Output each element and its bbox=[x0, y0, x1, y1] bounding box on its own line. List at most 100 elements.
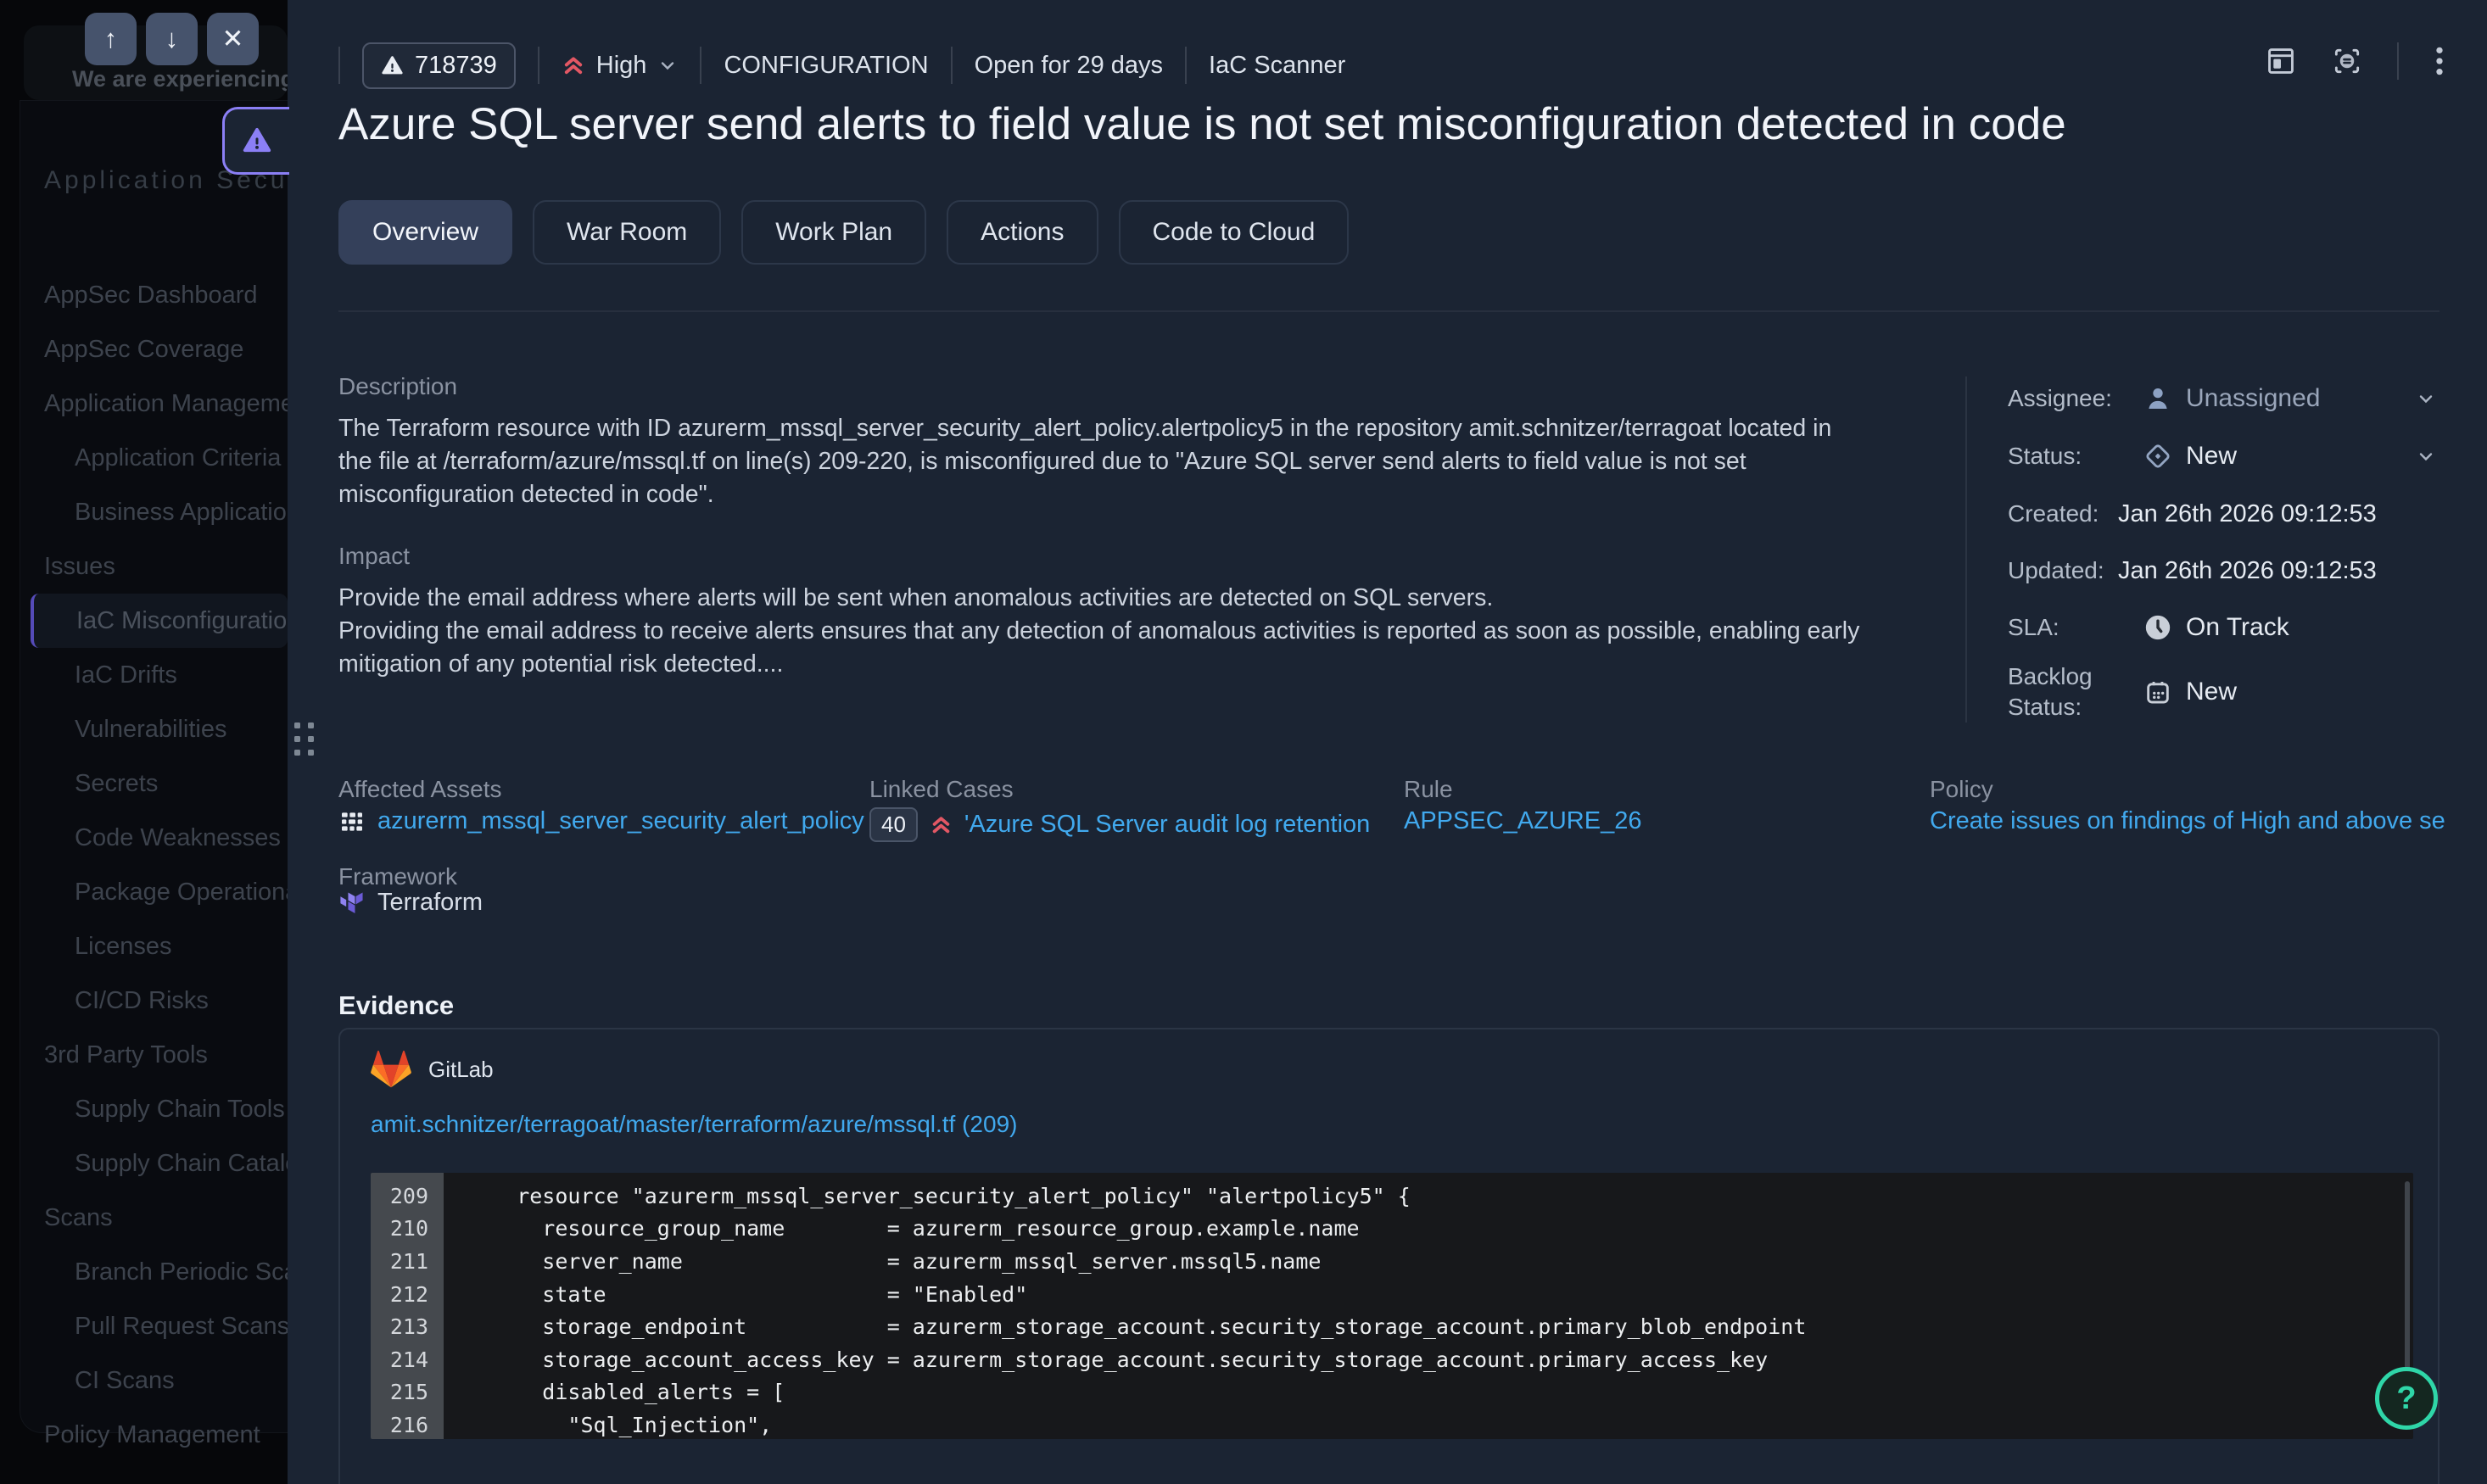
divider bbox=[338, 47, 340, 84]
sidebar-item-supply-chain-catalog[interactable]: Supply Chain Catalog bbox=[0, 1136, 288, 1191]
rule: APPSEC_AZURE_26 bbox=[1404, 807, 1641, 835]
layout-panel-icon[interactable] bbox=[2265, 45, 2297, 77]
linked-case: 40 'Azure SQL Server audit log retention bbox=[869, 807, 1370, 842]
kebab-menu-icon[interactable] bbox=[2433, 45, 2446, 77]
provider-name: GitLab bbox=[428, 1057, 494, 1083]
panel-actions bbox=[2265, 42, 2446, 80]
line-text: disabled_alerts = [ bbox=[444, 1380, 785, 1404]
policy: Create issues on findings of High and ab… bbox=[1930, 807, 2445, 835]
gitlab-icon bbox=[371, 1050, 411, 1089]
line-text: resource_group_name = azurerm_resource_g… bbox=[444, 1216, 1360, 1241]
line-number: 213 bbox=[371, 1310, 444, 1343]
line-text: resource "azurerm_mssql_server_security_… bbox=[444, 1184, 1411, 1208]
rule-label: Rule bbox=[1404, 776, 1453, 803]
tab-overview[interactable]: Overview bbox=[338, 200, 512, 265]
clock-icon bbox=[2143, 613, 2172, 642]
code-line: 211 server_name = azurerm_mssql_server.m… bbox=[371, 1245, 2413, 1278]
divider bbox=[1185, 47, 1187, 84]
assignee-value: Unassigned bbox=[2186, 384, 2320, 413]
sidebar-item-business-applications[interactable]: Business Applications bbox=[0, 485, 288, 539]
linked-case-link[interactable]: 'Azure SQL Server audit log retention bbox=[964, 811, 1370, 839]
divider bbox=[338, 310, 2439, 312]
impact-line-2: Providing the email address to receive a… bbox=[338, 615, 1865, 681]
divider bbox=[2397, 42, 2399, 80]
tab-code-to-cloud[interactable]: Code to Cloud bbox=[1119, 200, 1350, 265]
divider bbox=[1965, 377, 1967, 722]
chevron-down-icon bbox=[657, 55, 678, 75]
sidebar-item-issues[interactable]: Issues bbox=[0, 539, 288, 594]
assignee-row[interactable]: Assignee: Unassigned bbox=[2008, 383, 2445, 414]
sidebar-item-code-weaknesses[interactable]: Code Weaknesses bbox=[0, 811, 288, 865]
linked-cases-count: 40 bbox=[869, 807, 918, 842]
scroll-down-button[interactable]: ↓ bbox=[146, 13, 198, 65]
status-row[interactable]: Status: New bbox=[2008, 441, 2445, 471]
sidebar-item-secrets[interactable]: Secrets bbox=[0, 756, 288, 811]
status-value: New bbox=[2186, 442, 2237, 471]
status-label: Status: bbox=[2008, 441, 2118, 471]
severity-dropdown[interactable]: High bbox=[562, 52, 679, 80]
code-line: 215 disabled_alerts = [ bbox=[371, 1376, 2413, 1409]
sidebar-item-application-criteria[interactable]: Application Criteria bbox=[0, 431, 288, 485]
impact-line-1: Provide the email address where alerts w… bbox=[338, 582, 1865, 615]
affected-asset-link[interactable]: azurerm_mssql_server_security_alert_poli… bbox=[377, 807, 864, 835]
sidebar-item-policy-management[interactable]: Policy Management bbox=[0, 1408, 288, 1462]
line-text: "Sql_Injection", bbox=[444, 1413, 772, 1437]
sidebar-item-application-management[interactable]: Application Management bbox=[0, 377, 288, 431]
close-banner-button[interactable]: ✕ bbox=[207, 13, 259, 65]
sidebar-item-3rd-party-tools[interactable]: 3rd Party Tools bbox=[0, 1028, 288, 1082]
tab-work-plan[interactable]: Work Plan bbox=[741, 200, 926, 265]
line-number: 209 bbox=[371, 1180, 444, 1213]
status-new-icon bbox=[2143, 442, 2172, 471]
sidebar-item-licenses[interactable]: Licenses bbox=[0, 919, 288, 974]
app-root: We are experiencing a pr ↑ ↓ ✕ Applicati… bbox=[0, 0, 2487, 1484]
sidebar-item-appsec-coverage[interactable]: AppSec Coverage bbox=[0, 322, 288, 377]
sidebar-item-supply-chain-tools[interactable]: Supply Chain Tools bbox=[0, 1082, 288, 1136]
panel-resize-handle[interactable] bbox=[294, 722, 314, 756]
sidebar-item-scans[interactable]: Scans bbox=[0, 1191, 288, 1245]
asset-grid-icon bbox=[338, 808, 366, 835]
chevron-down-icon[interactable] bbox=[2416, 388, 2436, 409]
evidence-card: GitLab amit.schnitzer/terragoat/master/t… bbox=[338, 1028, 2439, 1484]
framework-value: Terraform bbox=[377, 889, 483, 917]
line-text: storage_account_access_key = azurerm_sto… bbox=[444, 1347, 1768, 1372]
sidebar-item-pull-request-scans[interactable]: Pull Request Scans bbox=[0, 1299, 288, 1353]
evidence-file-link[interactable]: amit.schnitzer/terragoat/master/terrafor… bbox=[371, 1111, 1017, 1138]
tab-war-room[interactable]: War Room bbox=[533, 200, 721, 265]
created-row: Created: Jan 26th 2026 09:12:53 bbox=[2008, 499, 2445, 529]
code-snippet: 209 resource "azurerm_mssql_server_secur… bbox=[371, 1173, 2413, 1439]
sidebar-item-cicd-risks[interactable]: CI/CD Risks bbox=[0, 974, 288, 1028]
line-number: 216 bbox=[371, 1409, 444, 1439]
sidebar-item-branch-periodic-scans[interactable]: Branch Periodic Scans bbox=[0, 1245, 288, 1299]
person-icon bbox=[2143, 384, 2172, 413]
updated-label: Updated: bbox=[2008, 555, 2118, 586]
chevron-down-icon[interactable] bbox=[2416, 446, 2436, 466]
sidebar-item-vulnerabilities[interactable]: Vulnerabilities bbox=[0, 702, 288, 756]
sla-row: SLA: On Track bbox=[2008, 612, 2445, 643]
sidebar-item-iac-misconfigurations[interactable]: IaC Misconfigurations bbox=[31, 594, 288, 648]
linked-cases-label: Linked Cases bbox=[869, 776, 1014, 803]
line-number: 214 bbox=[371, 1343, 444, 1376]
tab-actions[interactable]: Actions bbox=[947, 200, 1098, 265]
backlog-status-label: Backlog Status: bbox=[2008, 661, 2118, 722]
created-label: Created: bbox=[2008, 499, 2118, 529]
issue-age: Open for 29 days bbox=[975, 52, 1163, 80]
sidebar-item-appsec-dashboard[interactable]: AppSec Dashboard bbox=[0, 268, 288, 322]
line-number: 210 bbox=[371, 1213, 444, 1246]
notification-banner-text: We are experiencing a pr bbox=[72, 66, 288, 92]
focus-scan-icon[interactable] bbox=[2331, 45, 2363, 77]
sidebar-item-ci-scans[interactable]: CI Scans bbox=[0, 1353, 288, 1408]
sidebar-item-package-operational[interactable]: Package Operational bbox=[0, 865, 288, 919]
rule-link[interactable]: APPSEC_AZURE_26 bbox=[1404, 807, 1641, 835]
framework-label: Framework bbox=[338, 863, 457, 890]
policy-label: Policy bbox=[1930, 776, 1993, 803]
severity-high-icon bbox=[930, 813, 953, 836]
scroll-up-button[interactable]: ↑ bbox=[85, 13, 137, 65]
panel-side-tab[interactable] bbox=[222, 107, 289, 175]
updated-value: Jan 26th 2026 09:12:53 bbox=[2118, 557, 2377, 585]
policy-link[interactable]: Create issues on findings of High and ab… bbox=[1930, 807, 2445, 835]
divider bbox=[951, 47, 953, 84]
help-button[interactable]: ? bbox=[2375, 1367, 2438, 1430]
description-text: The Terraform resource with ID azurerm_m… bbox=[338, 412, 1865, 511]
updated-row: Updated: Jan 26th 2026 09:12:53 bbox=[2008, 555, 2445, 586]
sidebar-item-iac-drifts[interactable]: IaC Drifts bbox=[0, 648, 288, 702]
